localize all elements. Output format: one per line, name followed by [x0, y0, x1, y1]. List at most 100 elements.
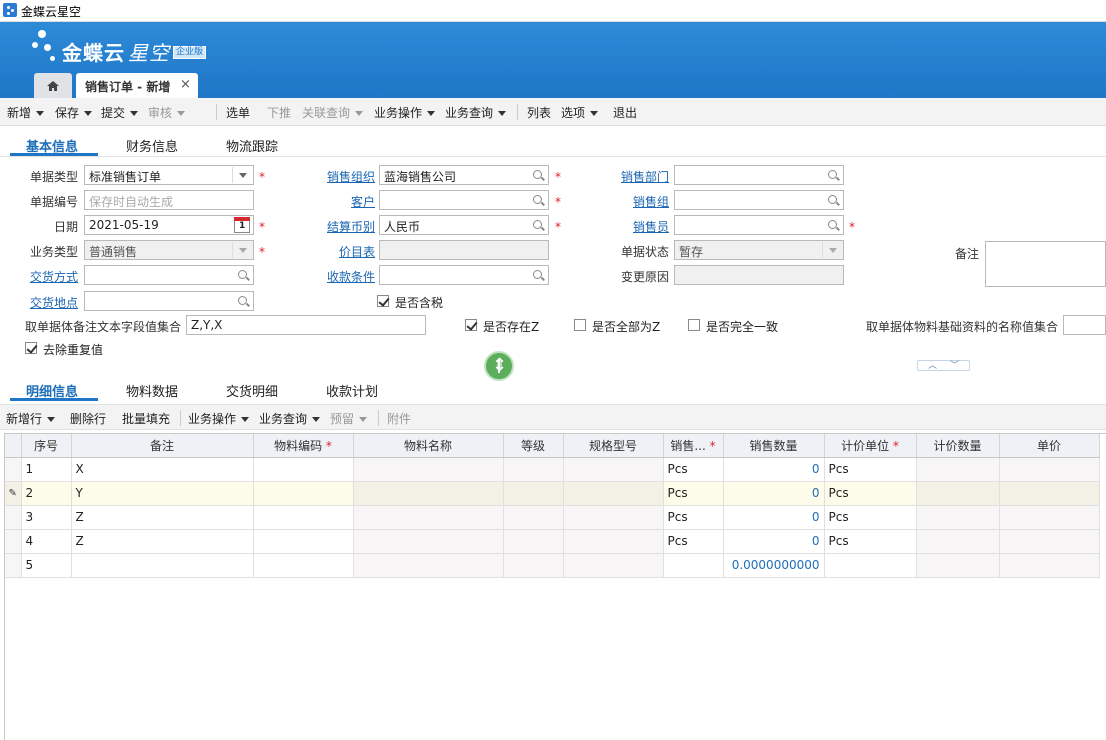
search-icon[interactable]	[533, 270, 542, 279]
toolbar-business-ops-button[interactable]: 业务操作	[374, 104, 436, 121]
cell-material-code[interactable]	[253, 553, 354, 578]
entry-business-ops-button[interactable]: 业务操作	[188, 410, 250, 427]
cell-price-unit[interactable]: Pcs	[824, 481, 917, 506]
cell-remark[interactable]: Z	[71, 529, 254, 554]
collapse-toggle[interactable]: ︿ ﹀	[917, 360, 970, 371]
entry-reserve-button[interactable]: 预留	[330, 410, 368, 427]
toolbar-select-bill-button[interactable]: 选单	[226, 104, 250, 121]
material-name-set-field[interactable]	[1063, 315, 1106, 335]
cell-sale-unit[interactable]: Pcs	[663, 481, 724, 506]
delivery-place-field[interactable]	[84, 291, 254, 311]
toolbar-submit-button[interactable]: 提交	[101, 104, 139, 121]
calendar-icon[interactable]: 1	[234, 217, 250, 233]
splitter-resize-icon[interactable]	[484, 351, 514, 381]
cell-sale-unit[interactable]: Pcs	[663, 529, 724, 554]
entry-business-query-button[interactable]: 业务查询	[259, 410, 321, 427]
cell-price-unit[interactable]: Pcs	[824, 505, 917, 530]
toolbar-linked-query-button[interactable]: 关联查询	[302, 104, 364, 121]
receipt-condition-field[interactable]	[379, 265, 549, 285]
column-header-price-unit[interactable]: 计价单位 *	[824, 434, 917, 458]
column-header-remark[interactable]: 备注	[71, 434, 254, 458]
column-header-spec[interactable]: 规格型号	[563, 434, 664, 458]
dedupe-checkbox[interactable]	[25, 342, 37, 354]
remark-field-set-field[interactable]: Z,Y,X	[186, 315, 426, 335]
table-row[interactable]: 1 X Pcs 0 Pcs	[5, 457, 1100, 482]
cell-sale-qty[interactable]: 0	[723, 457, 825, 482]
bill-no-field[interactable]: 保存时自动生成	[84, 190, 254, 210]
toolbar-options-button[interactable]: 选项	[561, 104, 599, 121]
cell-unit-price[interactable]	[999, 481, 1100, 506]
tab-finance-info[interactable]: 财务信息	[126, 136, 178, 155]
cell-price-unit[interactable]: Pcs	[824, 457, 917, 482]
close-icon[interactable]: ×	[180, 77, 191, 92]
table-row[interactable]: 5 0.0000000000	[5, 553, 1100, 578]
column-header-mark[interactable]	[5, 434, 22, 458]
column-header-material-name[interactable]: 物料名称	[353, 434, 504, 458]
label-salesman-link[interactable]: 销售员	[633, 218, 669, 235]
tab-home[interactable]	[34, 73, 72, 98]
column-header-unit-price[interactable]: 单价	[999, 434, 1100, 458]
cell-material-code[interactable]	[253, 505, 354, 530]
search-icon[interactable]	[238, 296, 247, 305]
tab-material-data[interactable]: 物料数据	[126, 381, 178, 400]
cell-price-unit[interactable]: Pcs	[824, 529, 917, 554]
sale-group-field[interactable]	[674, 190, 844, 210]
cell-sale-qty[interactable]: 0	[723, 481, 825, 506]
exists-z-checkbox[interactable]	[465, 319, 477, 331]
entry-batch-fill-button[interactable]: 批量填充	[122, 410, 170, 427]
biz-type-select[interactable]: 普通销售	[84, 240, 254, 260]
label-price-list-link[interactable]: 价目表	[339, 243, 375, 260]
entry-add-row-button[interactable]: 新增行	[6, 410, 56, 427]
change-reason-field[interactable]	[674, 265, 844, 285]
toolbar-save-button[interactable]: 保存	[55, 104, 93, 121]
label-sale-org-link[interactable]: 销售组织	[327, 168, 375, 185]
column-header-sale-unit[interactable]: 销售... *	[663, 434, 724, 458]
bill-type-select[interactable]: 标准销售订单	[84, 165, 254, 185]
column-header-seq[interactable]: 序号	[21, 434, 72, 458]
label-sale-group-link[interactable]: 销售组	[633, 193, 669, 210]
table-row[interactable]: ✎ 2 Y Pcs 0 Pcs	[5, 481, 1100, 506]
date-field[interactable]: 2021-05-19 1	[84, 215, 254, 235]
label-delivery-method-link[interactable]: 交货方式	[30, 268, 78, 285]
cell-sale-unit[interactable]: Pcs	[663, 457, 724, 482]
all-same-checkbox[interactable]	[688, 319, 700, 331]
tab-sales-order-new[interactable]: 销售订单 - 新增 ×	[76, 73, 198, 98]
cell-sale-qty[interactable]: 0	[723, 505, 825, 530]
cell-remark[interactable]	[71, 553, 254, 578]
price-list-field[interactable]	[379, 240, 549, 260]
label-receipt-condition-link[interactable]: 收款条件	[327, 268, 375, 285]
cell-material-code[interactable]	[253, 529, 354, 554]
cell-remark[interactable]: Z	[71, 505, 254, 530]
table-row[interactable]: 4 Z Pcs 0 Pcs	[5, 529, 1100, 554]
all-z-checkbox[interactable]	[574, 319, 586, 331]
column-header-grade[interactable]: 等级	[503, 434, 564, 458]
cell-sale-unit[interactable]	[663, 553, 724, 578]
label-customer-link[interactable]: 客户	[351, 193, 375, 210]
column-header-sale-qty[interactable]: 销售数量	[723, 434, 825, 458]
label-settle-currency-link[interactable]: 结算币别	[327, 218, 375, 235]
settle-currency-field[interactable]: 人民币	[379, 215, 549, 235]
tab-receipt-plan[interactable]: 收款计划	[326, 381, 378, 400]
cell-unit-price[interactable]	[999, 553, 1100, 578]
toolbar-new-button[interactable]: 新增	[7, 104, 45, 121]
search-icon[interactable]	[828, 170, 837, 179]
search-icon[interactable]	[828, 220, 837, 229]
toolbar-exit-button[interactable]: 退出	[613, 104, 637, 121]
cell-price-unit[interactable]	[824, 553, 917, 578]
toolbar-audit-button[interactable]: 审核	[148, 104, 186, 121]
delivery-method-field[interactable]	[84, 265, 254, 285]
cell-unit-price[interactable]	[999, 505, 1100, 530]
salesman-field[interactable]	[674, 215, 844, 235]
table-row[interactable]: 3 Z Pcs 0 Pcs	[5, 505, 1100, 530]
cell-remark[interactable]: Y	[71, 481, 254, 506]
toolbar-push-button[interactable]: 下推	[267, 104, 291, 121]
customer-field[interactable]	[379, 190, 549, 210]
cell-unit-price[interactable]	[999, 457, 1100, 482]
label-delivery-place-link[interactable]: 交货地点	[30, 294, 78, 311]
search-icon[interactable]	[533, 195, 542, 204]
sale-dept-field[interactable]	[674, 165, 844, 185]
tax-included-checkbox[interactable]	[377, 295, 389, 307]
remarks-textarea[interactable]	[985, 241, 1106, 287]
sale-org-field[interactable]: 蓝海销售公司	[379, 165, 549, 185]
cell-unit-price[interactable]	[999, 529, 1100, 554]
